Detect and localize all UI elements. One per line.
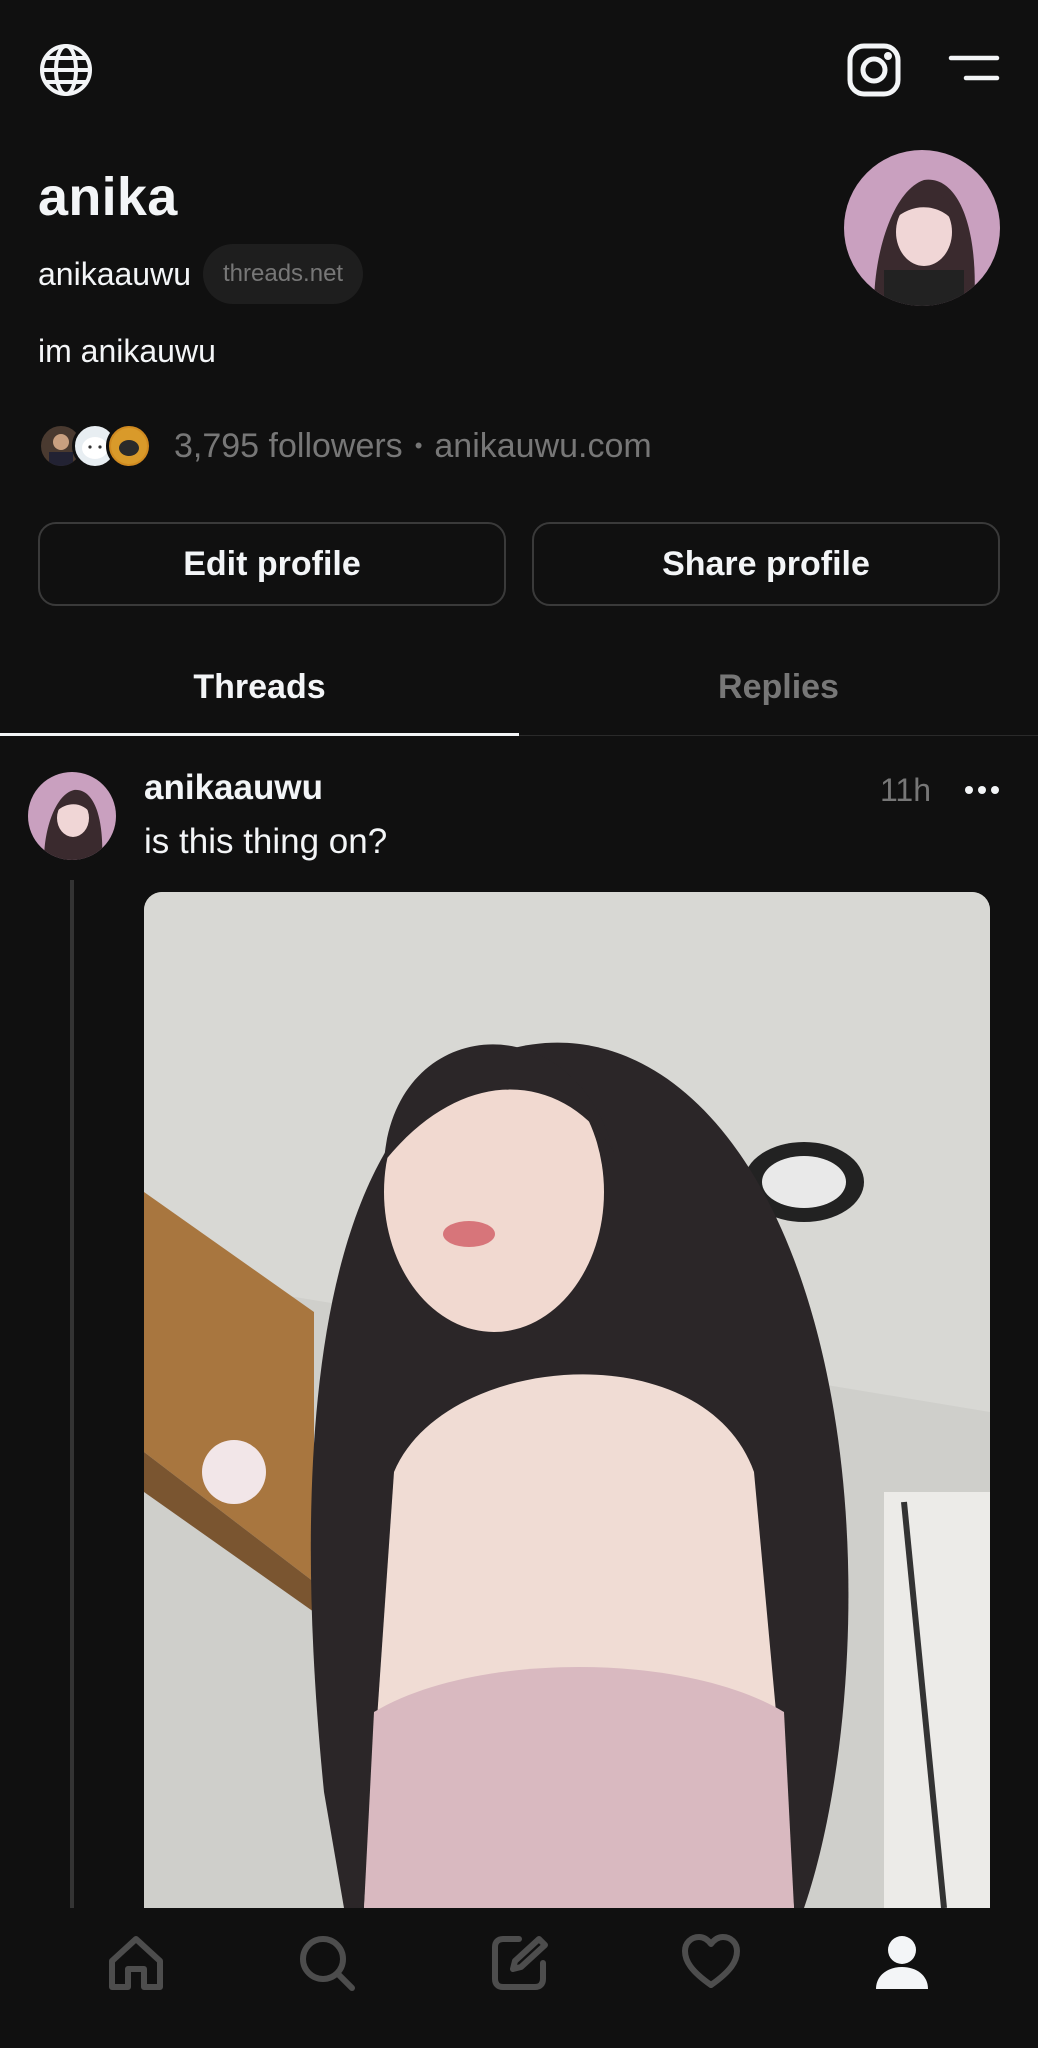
followers-count[interactable]: 3,795 followers xyxy=(174,427,403,466)
tab-replies[interactable]: Replies xyxy=(519,640,1038,735)
follower-avatars[interactable] xyxy=(38,423,158,469)
post-username[interactable]: anikaauwu xyxy=(144,768,323,808)
post-timestamp: 11h xyxy=(880,772,932,808)
globe-icon[interactable] xyxy=(36,40,96,100)
profile-name: anika xyxy=(38,167,178,227)
top-bar xyxy=(0,0,1038,140)
post-avatar[interactable] xyxy=(28,772,116,860)
bottom-nav xyxy=(0,1908,1038,2048)
post-image[interactable] xyxy=(144,892,990,1908)
profile-avatar[interactable] xyxy=(844,150,1000,306)
domain-badge[interactable]: threads.net xyxy=(203,244,364,304)
profile-icon[interactable] xyxy=(862,1923,942,2003)
home-icon[interactable] xyxy=(96,1923,176,2003)
post-text: is this thing on? xyxy=(144,822,388,861)
heart-icon[interactable] xyxy=(671,1923,751,2003)
more-options-icon[interactable] xyxy=(960,768,1004,812)
profile-bio: im anikauwu xyxy=(38,333,216,369)
edit-profile-button[interactable]: Edit profile xyxy=(38,522,506,606)
compose-icon[interactable] xyxy=(479,1923,559,2003)
tab-threads[interactable]: Threads xyxy=(0,640,519,736)
instagram-icon[interactable] xyxy=(842,38,906,102)
separator-dot: • xyxy=(414,433,423,458)
profile-handle: anikaauwu xyxy=(38,255,191,292)
followers-info: 3,795 followers • anikauwu.com xyxy=(174,427,652,466)
profile-actions: Edit profile Share profile xyxy=(38,522,1000,606)
menu-icon[interactable] xyxy=(946,48,1002,88)
follower-avatar xyxy=(106,423,152,469)
share-profile-button[interactable]: Share profile xyxy=(532,522,1000,606)
website-link[interactable]: anikauwu.com xyxy=(434,427,651,466)
followers-row: 3,795 followers • anikauwu.com xyxy=(38,422,652,470)
thread-line xyxy=(70,880,74,1910)
search-icon[interactable] xyxy=(287,1923,367,2003)
handle-row: anikaauwu threads.net xyxy=(38,244,364,304)
profile-tabs: Threads Replies xyxy=(0,640,1038,736)
